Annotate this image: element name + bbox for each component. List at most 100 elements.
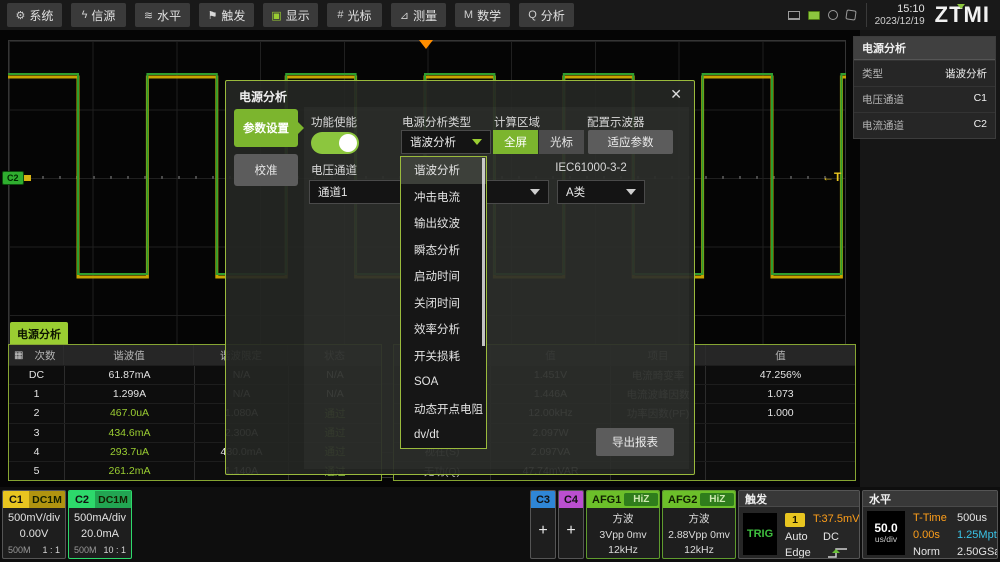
row-value: 谐波分析 <box>945 66 987 81</box>
horizontal-delay: 0.00s <box>913 529 940 541</box>
enable-toggle[interactable] <box>311 132 359 154</box>
toolbar-button[interactable]: Q 分析 <box>519 3 574 27</box>
cell-harmonic-value: 1.299A <box>65 385 195 403</box>
channel-c4-block[interactable]: C4 + <box>558 490 584 559</box>
dialog-tab[interactable]: 参数设置 <box>234 109 298 147</box>
adapt-params-button[interactable]: 适应参数 <box>588 130 673 154</box>
date: 2023/12/19 <box>875 16 925 28</box>
iec-class-select[interactable]: A类 <box>557 180 645 204</box>
dropdown-menu-item[interactable]: 效率分析 <box>401 316 486 343</box>
table-grip-icon[interactable]: ▦ <box>14 350 23 361</box>
region-label: 计算区域 <box>494 114 540 130</box>
analysis-type-value: 谐波分析 <box>410 134 456 150</box>
iec-class-value: A类 <box>566 184 585 200</box>
logo-accent-icon <box>957 4 965 9</box>
toolbar-button[interactable]: # 光标 <box>327 3 382 27</box>
close-icon[interactable]: ✕ <box>670 86 682 103</box>
dropdown-menu-item[interactable]: 谐波分析 <box>401 157 486 184</box>
toolbar-button[interactable]: ⚑ 触发 <box>199 3 254 27</box>
c1-offset: 0.00V <box>3 528 65 540</box>
trigger-level: T:37.5mV <box>813 513 859 525</box>
afg2-block[interactable]: AFG2 HiZ 方波 2.88Vpp 0mv 12kHz <box>662 490 736 559</box>
c1-label: C1 <box>3 491 29 508</box>
region-option-button[interactable]: 全屏 <box>493 130 538 154</box>
dropdown-menu-item[interactable]: 关闭时间 <box>401 290 486 317</box>
channel-c2-block[interactable]: C2 DC1M 500mA/div 20.0mA 500M 10 : 1 <box>68 490 132 559</box>
trigger-level-marker[interactable]: ←T <box>822 170 841 184</box>
trigger-status: TRIG <box>743 513 777 555</box>
trigger-flag-icon: ⚑ <box>208 9 218 22</box>
results-tab-power-analysis[interactable]: 电源分析 <box>10 322 68 346</box>
trigger-type[interactable]: Edge <box>785 547 811 559</box>
cell-value: 47.256% <box>706 366 855 384</box>
dropdown-menu-item[interactable]: 输出纹波 <box>401 210 486 237</box>
dropdown-menu-item[interactable]: 开关损耗 <box>401 343 486 370</box>
afg1-block[interactable]: AFG1 HiZ 方波 3Vpp 0mv 12kHz <box>586 490 660 559</box>
col-header: 值 <box>706 345 855 365</box>
dialog-tab[interactable]: 校准 <box>234 154 298 186</box>
cell-harmonic-value: 61.87mA <box>65 366 195 384</box>
c2-label: C2 <box>69 491 95 508</box>
t-time-value: 500us <box>957 512 987 524</box>
analysis-type-dropdown-menu: 谐波分析 冲击电流 输出纹波 瞬态分析 启动时间 关闭时间 效率分析 开关损耗 … <box>400 156 487 449</box>
toolbar-button[interactable]: M 数学 <box>455 3 510 27</box>
cell-value <box>706 462 855 480</box>
dropdown-menu-item[interactable]: 瞬态分析 <box>401 237 486 264</box>
trigger-block[interactable]: 触发 TRIG 1 T:37.5mV Auto DC Edge <box>738 490 860 559</box>
dropdown-menu-item[interactable]: 动态开点电阻 <box>401 396 486 423</box>
analysis-type-select[interactable]: 谐波分析 <box>401 130 491 154</box>
horizontal-block[interactable]: 水平 50.0 us/div T-Time 500us 0.00s 1.25Mp… <box>862 490 998 559</box>
dropdown-menu-item[interactable]: 冲击电流 <box>401 184 486 211</box>
config-label: 配置示波器 <box>587 114 645 130</box>
cell-harmonic-value: 261.2mA <box>65 462 195 480</box>
t-time-label: T-Time <box>913 512 947 524</box>
add-channel-button[interactable]: + <box>531 522 555 540</box>
trigger-mode[interactable]: Auto <box>785 531 808 543</box>
toolbar-button-label: 触发 <box>221 7 245 24</box>
add-channel-button[interactable]: + <box>559 522 583 540</box>
gear-icon: ⚙ <box>16 9 26 22</box>
afg1-amplitude: 3Vpp 0mv <box>587 529 659 541</box>
toolbar-button[interactable]: ▣ 显示 <box>263 3 318 27</box>
horizontal-icon: ≋ <box>144 9 153 22</box>
mouse-status-icon[interactable] <box>828 10 838 20</box>
display-icon: ▣ <box>271 9 281 22</box>
sample-rate: 2.50GSa/s <box>957 546 998 558</box>
c1-level-marker[interactable] <box>24 175 31 181</box>
horizontal-title: 水平 <box>863 491 997 507</box>
afg2-impedance: HiZ <box>700 493 734 506</box>
dialog-title: 电源分析 <box>239 88 287 105</box>
afg2-frequency: 12kHz <box>663 544 735 556</box>
c1-scale: 500mV/div <box>3 512 65 524</box>
c4-label: C4 <box>559 491 583 508</box>
channel-c1-block[interactable]: C1 DC1M 500mV/div 0.00V 500M 1 : 1 <box>2 490 66 559</box>
cell-value <box>706 443 855 461</box>
toolbar-button[interactable]: ϟ 信源 <box>71 3 126 27</box>
afg2-waveform: 方波 <box>663 511 735 526</box>
trigger-source-badge[interactable]: 1 <box>785 513 805 527</box>
timebase-box[interactable]: 50.0 us/div <box>867 511 905 555</box>
region-option-button[interactable]: 光标 <box>539 130 584 154</box>
c2-level-marker[interactable]: C2 <box>2 171 24 185</box>
toolbar-button[interactable]: ⚙ 系统 <box>7 3 62 27</box>
cell-value: 1.000 <box>706 404 855 422</box>
usb-status-icon[interactable] <box>808 11 820 20</box>
channel-c3-block[interactable]: C3 + <box>530 490 556 559</box>
export-report-button[interactable]: 导出报表 <box>596 428 674 456</box>
afg1-frequency: 12kHz <box>587 544 659 556</box>
top-toolbar: ⚙ 系统 ϟ 信源 ≋ 水平 ⚑ 触发 <box>0 0 1000 30</box>
dropdown-menu-item[interactable]: 启动时间 <box>401 263 486 290</box>
touch-status-icon[interactable] <box>845 9 856 20</box>
dropdown-scrollbar[interactable] <box>482 158 485 346</box>
toolbar-button[interactable]: ⊿ 测量 <box>391 3 446 27</box>
trigger-position-marker[interactable] <box>419 40 433 49</box>
power-analysis-summary-panel[interactable]: 电源分析 类型 谐波分析 电压通道 C1 电流通道 C2 <box>853 36 996 139</box>
c3-label: C3 <box>531 491 555 508</box>
display-status-icon[interactable] <box>788 11 800 20</box>
toolbar-button[interactable]: ≋ 水平 <box>135 3 190 27</box>
dropdown-menu-item[interactable]: SOA <box>401 369 486 396</box>
chevron-down-icon <box>472 139 482 145</box>
trigger-coupling[interactable]: DC <box>823 531 839 543</box>
voltage-channel-select[interactable]: 通道1 <box>309 180 401 204</box>
dropdown-menu-item[interactable]: dv/dt <box>401 422 486 449</box>
